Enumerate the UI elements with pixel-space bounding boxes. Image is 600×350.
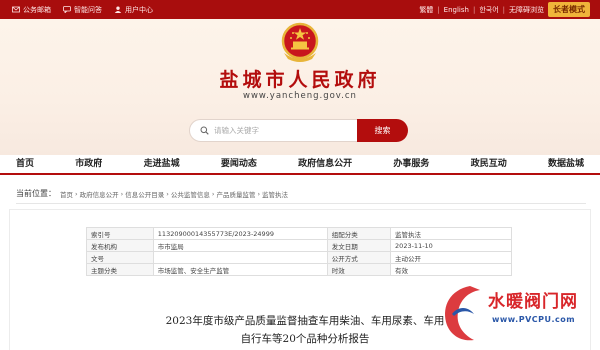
- nav-item-about-yancheng[interactable]: 走进盐城: [144, 155, 180, 173]
- meta-value: [152, 251, 328, 264]
- table-row: 索引号 11320900014355773E/2023-24999 组配分类 监…: [86, 227, 512, 240]
- divider: |: [437, 5, 440, 14]
- meta-key: 组配分类: [326, 227, 392, 240]
- national-emblem-icon: [281, 22, 319, 62]
- valve-logo-icon: [445, 286, 480, 341]
- search-placeholder: 请输入关键字: [214, 126, 259, 135]
- meta-value: 市市监局: [152, 239, 328, 252]
- breadcrumb-item[interactable]: 信息公开目录: [125, 189, 164, 199]
- user-center-link-label: 用户中心: [125, 5, 153, 14]
- user-center-link[interactable]: 用户中心: [114, 5, 153, 15]
- divider: |: [472, 5, 476, 14]
- search-input[interactable]: 请输入关键字: [189, 119, 359, 142]
- breadcrumb-separator: ›: [75, 189, 78, 198]
- traditional-chinese-link[interactable]: 繁體: [419, 5, 433, 15]
- breadcrumb-item[interactable]: 首页: [60, 189, 73, 199]
- watermark-url: www.PVCPU.com: [492, 315, 576, 324]
- search-icon: [200, 126, 209, 135]
- meta-key: 索引号: [86, 227, 154, 240]
- breadcrumb-separator: ›: [257, 189, 261, 198]
- nav-item-info-disclosure[interactable]: 政府信息公开: [298, 155, 352, 173]
- meta-key: 文号: [86, 251, 154, 264]
- meta-value: 主动公开: [390, 251, 512, 264]
- user-icon: [114, 6, 122, 13]
- mail-link[interactable]: 公务邮箱: [12, 5, 51, 15]
- korean-link[interactable]: 한국어: [479, 5, 498, 15]
- accessible-browse-link[interactable]: 无障碍浏览: [509, 5, 544, 15]
- elder-mode-button[interactable]: 长者模式: [548, 2, 590, 17]
- breadcrumb-separator: ›: [211, 189, 215, 198]
- nav-item-city-government[interactable]: 市政府: [75, 155, 102, 173]
- breadcrumb-separator: ›: [120, 189, 124, 198]
- site-header: 盐城市人民政府 www.yancheng.gov.cn 请输入关键字 搜索: [0, 19, 600, 155]
- divider: |: [502, 5, 505, 14]
- nav-item-home[interactable]: 首页: [16, 155, 34, 173]
- top-utility-bar: 公务邮箱 智能问答 用户中心 繁體 | English | 한국어 | 无障碍浏…: [0, 0, 600, 19]
- breadcrumb-item[interactable]: 公共监管信息: [171, 189, 210, 199]
- smart-qa-link-label: 智能问答: [74, 5, 102, 14]
- table-row: 主题分类 市场监管、安全生产监管 时效 有效: [86, 263, 512, 276]
- meta-value: 监管执法: [390, 227, 512, 240]
- site-domain: www.yancheng.gov.cn: [243, 91, 357, 101]
- breadcrumb-item[interactable]: 政府信息公开: [80, 189, 119, 199]
- meta-key: 发布机构: [86, 239, 154, 252]
- smart-qa-link[interactable]: 智能问答: [63, 5, 102, 15]
- nav-item-data-yancheng[interactable]: 数据盐城: [548, 155, 584, 173]
- meta-value: 有效: [390, 263, 512, 276]
- nav-item-news[interactable]: 要闻动态: [221, 155, 257, 173]
- meta-value: 11320900014355773E/2023-24999: [152, 227, 328, 240]
- breadcrumb-lead: 当前位置：: [16, 189, 56, 198]
- breadcrumb: 当前位置： 首页 › 政府信息公开 › 信息公开目录 › 公共监管信息 › 产品…: [16, 187, 586, 200]
- mail-link-label: 公务邮箱: [23, 5, 51, 14]
- breadcrumb-item[interactable]: 产品质量监管: [216, 189, 255, 199]
- site-title: 盐城市人民政府: [219, 69, 381, 91]
- table-row: 文号 公开方式 主动公开: [86, 251, 512, 264]
- breadcrumb-separator: ›: [166, 189, 169, 198]
- search-button[interactable]: 搜索: [357, 119, 408, 142]
- breadcrumb-item[interactable]: 监管执法: [262, 189, 288, 199]
- top-utility-links: 公务邮箱 智能问答 用户中心: [12, 0, 153, 19]
- table-row: 发布机构 市市监局 发文日期 2023-11-10: [86, 239, 512, 252]
- document-meta-table: 索引号 11320900014355773E/2023-24999 组配分类 监…: [86, 227, 512, 276]
- meta-key: 主题分类: [86, 263, 154, 276]
- meta-value: 市场监管、安全生产监管: [152, 263, 328, 276]
- nav-item-interaction[interactable]: 政民互动: [471, 155, 507, 173]
- watermark: 水暖阀门网 www.PVCPU.com: [438, 282, 600, 350]
- meta-key: 时效: [326, 263, 392, 276]
- mail-icon: [12, 6, 20, 13]
- nav-item-services[interactable]: 办事服务: [393, 155, 429, 173]
- meta-key: 发文日期: [326, 239, 392, 252]
- meta-key: 公开方式: [326, 251, 392, 264]
- divider: [16, 203, 586, 204]
- chat-icon: [63, 6, 71, 13]
- watermark-name: 水暖阀门网: [488, 292, 578, 312]
- main-nav: 首页 市政府 走进盐城 要闻动态 政府信息公开 办事服务 政民互动 数据盐城: [0, 155, 600, 175]
- top-utility-right: 繁體 | English | 한국어 | 无障碍浏览 长者模式: [419, 0, 590, 19]
- english-link[interactable]: English: [444, 6, 469, 14]
- meta-value: 2023-11-10: [390, 239, 512, 252]
